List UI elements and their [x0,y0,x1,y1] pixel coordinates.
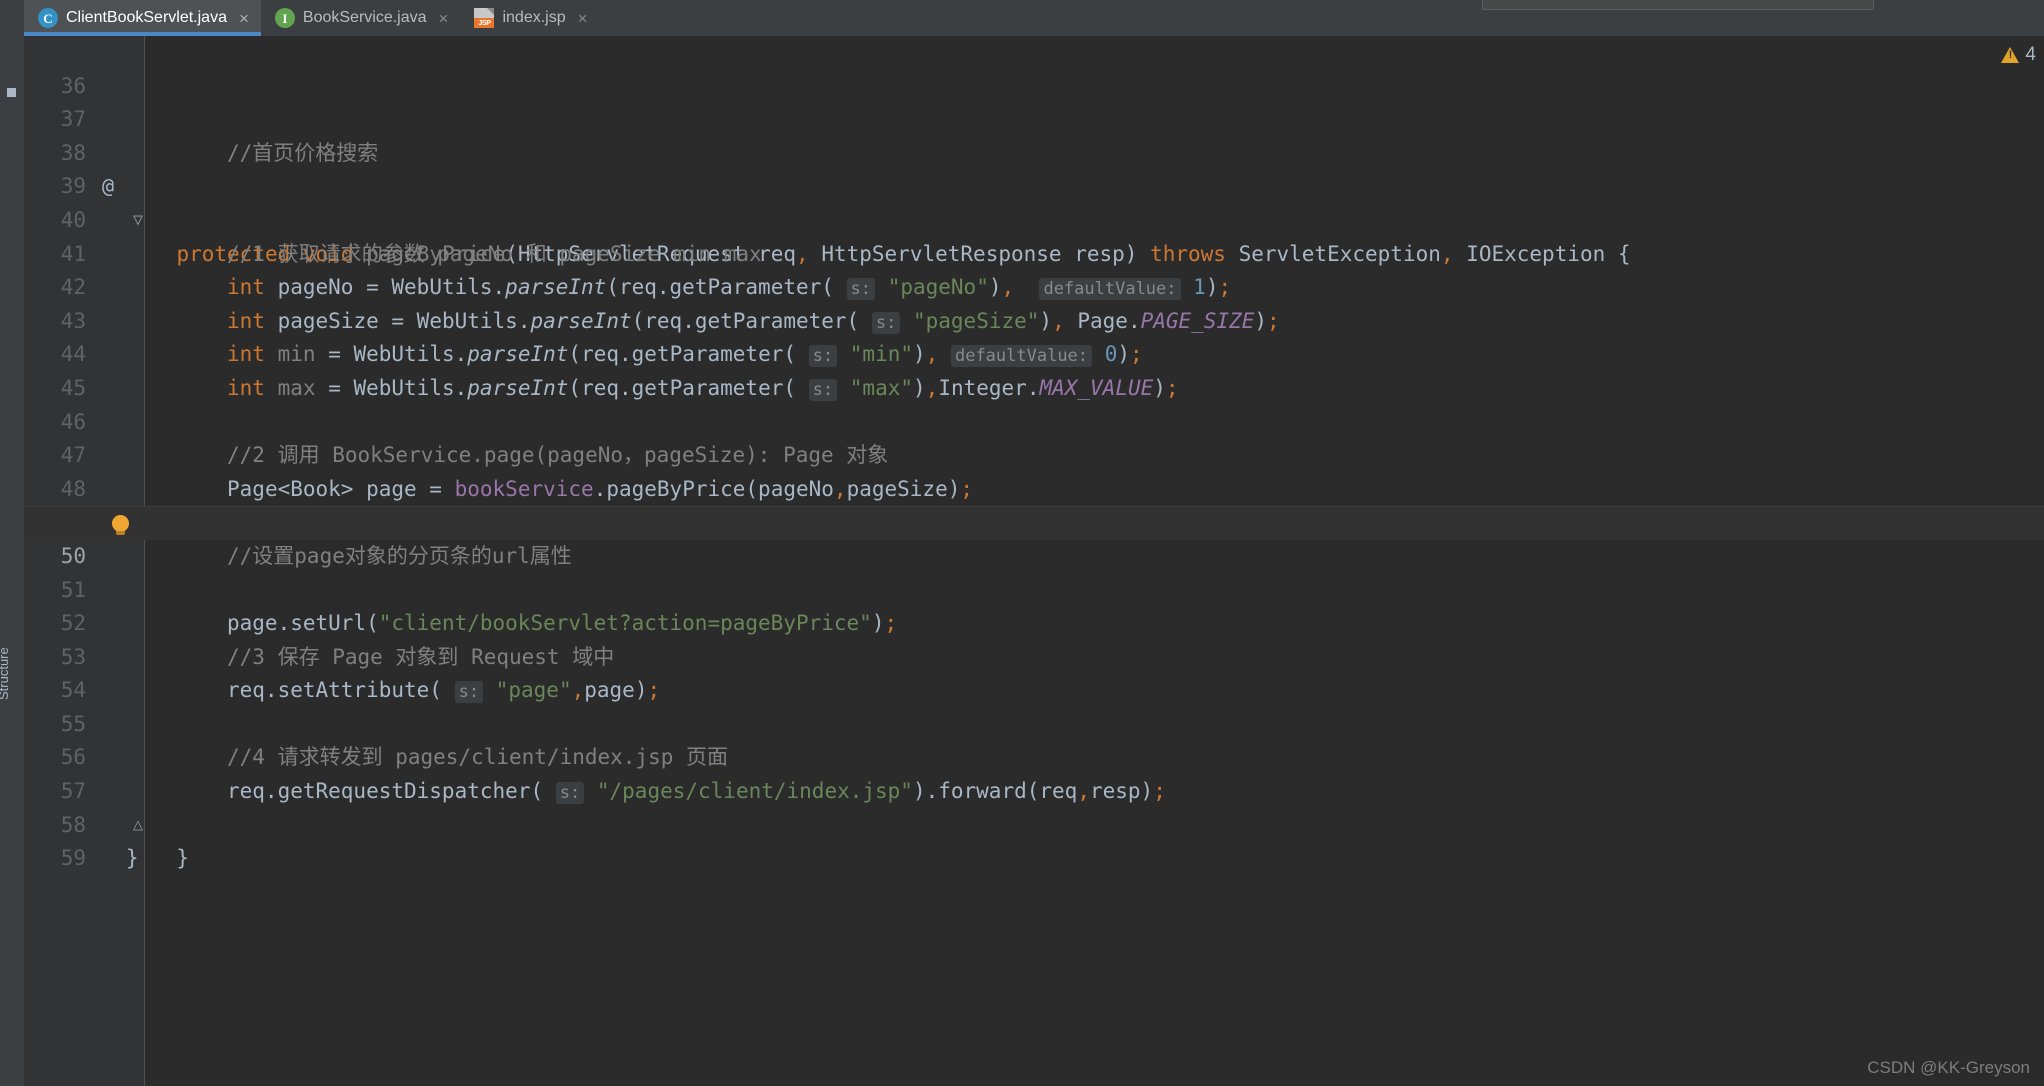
code-line[interactable]: 44 int max = WebUtils.parseInt(req.getPa… [24,305,2044,401]
line-content [100,880,126,904]
editor-tab-indexjsp[interactable]: JSP index.jsp × [460,0,599,36]
editor-tab-label: index.jsp [502,9,566,26]
code-line[interactable]: 37 //首页价格搜索 [24,70,2044,165]
close-icon[interactable]: × [439,10,449,27]
toolbar-widget-remnant [1482,0,1874,10]
ide-window: Project Structure C ClientBookServlet.ja… [0,0,2044,1086]
code-line[interactable]: 42 int pageSize = WebUtils.parseInt(req.… [24,238,2044,334]
code-line[interactable]: 38 @ ▽ protected void pageByPrice(HttpSe… [24,103,2044,266]
line-number: 59 [60,846,86,871]
jsp-file-icon: JSP [474,8,495,28]
close-icon[interactable]: × [239,10,249,27]
tool-window-stripe-left: Project Structure [0,0,24,1086]
editor-tab-bookservice[interactable]: I BookService.java × [261,0,461,36]
code-line[interactable]: 43 int min = WebUtils.parseInt(req.getPa… [24,271,2044,368]
code-line[interactable]: 53 req.setAttribute( s: "page",page); [24,607,2044,704]
code-line[interactable]: 47 Page<Book> page = bookService.pageByP… [24,406,2044,501]
editor-tab-label: BookService.java [302,9,427,26]
editor-tab-label: ClientBookServlet.java [66,9,227,26]
code-line[interactable]: 59 [24,809,2044,870]
stripe-marker-icon [7,88,16,97]
code-line[interactable]: 52 //3 保存 Page 对象到 Request 域中 [24,574,2044,669]
code-line[interactable]: 40 //1 获取请求的参数 pageNo 和 pageSize min max [24,170,2044,266]
code-line[interactable]: 41 int pageNo = WebUtils.parseInt(req.ge… [24,204,2044,301]
watermark: CSDN @KK-Greyson [1867,1058,2030,1077]
code-line[interactable]: 54 [24,641,2044,702]
code-line[interactable]: 58 } [24,775,2044,871]
code-line[interactable]: 55 //4 请求转发到 pages/client/index.jsp 页面 [24,674,2044,770]
code-line[interactable]: 46 //2 调用 BookService.page(pageNo，pageSi… [24,372,2044,468]
code-line[interactable]: 48 [24,439,2044,501]
code-line[interactable]: 57 △ } [24,741,2044,870]
code-line[interactable]: 39 [24,137,2044,198]
code-line[interactable]: 45 [24,338,2044,400]
close-icon[interactable]: × [578,10,588,27]
code-line[interactable]: 49 //设置page对象的分页条的url属性 [24,473,2044,568]
code-line-current[interactable]: 50 page.setUrl("client/bookServlet?actio… [24,506,2044,635]
editor-tab-clientbookservlet[interactable]: C ClientBookServlet.java × [24,0,261,36]
tool-window-stripe-bottom-left [0,966,24,1086]
editor-tab-bar: C ClientBookServlet.java × I BookService… [24,0,2044,36]
line-content: } [125,846,139,871]
java-interface-icon: I [274,8,295,28]
sidebar-item-structure[interactable]: Structure [0,610,11,700]
java-class-icon: C [38,8,58,28]
code-editor[interactable]: 4 36 37 //首页价格搜索 38 @ ▽ protected void p… [24,36,2044,1086]
lightbulb-icon[interactable] [112,515,129,536]
code-line[interactable]: 36 [24,36,2044,98]
code-line[interactable]: 56 req.getRequestDispatcher( s: "/pages/… [24,708,2044,805]
code-line[interactable]: 51 [24,540,2044,602]
